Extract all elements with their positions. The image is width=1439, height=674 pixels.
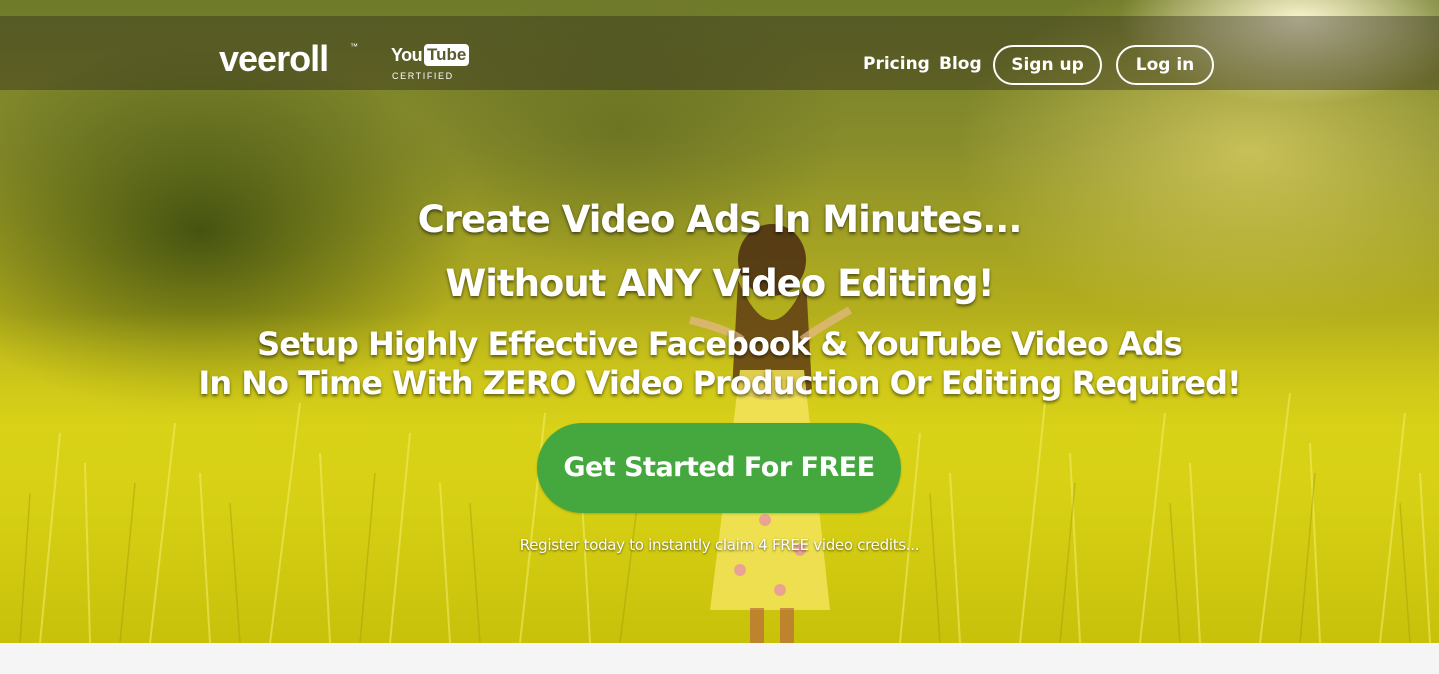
hero-headline-line1: Create Video Ads In Minutes... xyxy=(417,198,1023,241)
register-note: Register today to instantly claim 4 FREE… xyxy=(519,536,920,554)
nav-blog-link[interactable]: Blog xyxy=(939,53,982,75)
get-started-free-button[interactable]: Get Started For FREE xyxy=(537,423,901,513)
youtube-certified-text: CERTIFIED xyxy=(392,71,454,81)
trademark-symbol: ™ xyxy=(350,42,358,51)
page-bottom-strip xyxy=(0,643,1439,674)
top-navigation-bar: veeroll ™ You Tube CERTIFIED Pricing Blo… xyxy=(0,16,1439,90)
hero-headline-line2: Without ANY Video Editing! xyxy=(445,262,994,305)
youtube-certified-badge: You Tube CERTIFIED xyxy=(391,44,470,89)
youtube-tube-text: Tube xyxy=(424,44,470,66)
veeroll-logo[interactable]: veeroll xyxy=(219,39,329,79)
hero-subheadline-line1: Setup Highly Effective Facebook & YouTub… xyxy=(257,325,1183,363)
login-button[interactable]: Log in xyxy=(1116,45,1214,85)
hero-subheadline-line2: In No Time With ZERO Video Production Or… xyxy=(198,364,1241,402)
nav-pricing-link[interactable]: Pricing xyxy=(863,53,930,75)
hero-background: veeroll ™ You Tube CERTIFIED Pricing Blo… xyxy=(0,0,1439,643)
signup-button[interactable]: Sign up xyxy=(993,45,1102,85)
youtube-you-text: You xyxy=(391,45,423,65)
